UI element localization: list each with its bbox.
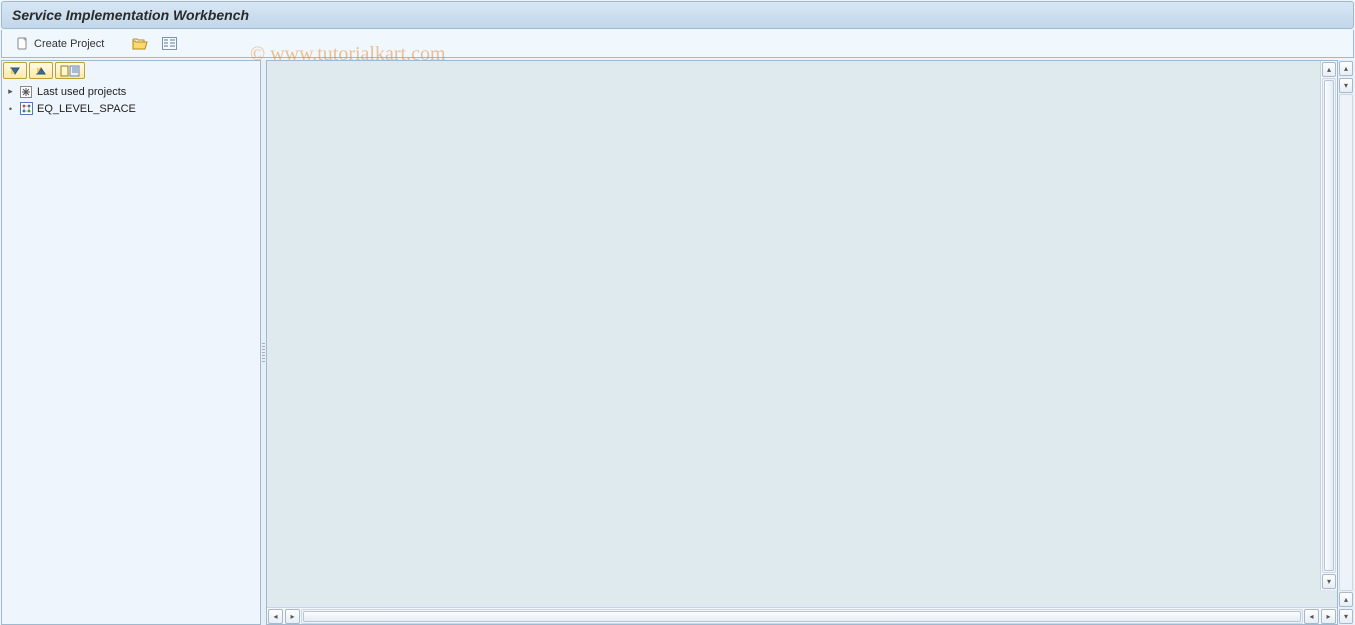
tree-item-label: EQ_LEVEL_SPACE <box>37 103 136 115</box>
nodes-icon <box>19 102 33 116</box>
content-pane: ▴ ▾ ◂ ▸ ◂ ▸ <box>266 60 1338 625</box>
scroll-up-button[interactable]: ▴ <box>1322 62 1336 77</box>
content-vertical-scrollbar[interactable]: ▴ ▾ <box>1320 61 1337 590</box>
scroll-up-button[interactable]: ▴ <box>1339 61 1353 76</box>
create-project-label: Create Project <box>34 38 104 50</box>
scroll-left-button-2[interactable]: ▸ <box>285 609 300 624</box>
create-project-button[interactable]: Create Project <box>12 35 108 53</box>
titlebar: Service Implementation Workbench <box>1 1 1354 29</box>
scroll-right-button-2[interactable]: ◂ <box>1304 609 1319 624</box>
outer-vertical-scrollbar[interactable]: ▴ ▾ ▴ ▾ <box>1338 60 1354 625</box>
content-area: ▴ ▾ <box>267 61 1337 607</box>
expand-down-icon <box>8 65 22 77</box>
scroll-down-button[interactable]: ▾ <box>1322 574 1336 589</box>
expand-all-button[interactable] <box>3 62 27 79</box>
asterisk-icon <box>19 85 33 99</box>
scroll-track[interactable] <box>301 609 1303 624</box>
tree-toolbar <box>2 61 260 80</box>
main-toolbar: Create Project <box>1 30 1354 58</box>
collapse-up-icon <box>34 65 48 77</box>
scroll-down-button[interactable]: ▾ <box>1339 609 1353 624</box>
new-document-icon <box>16 37 30 51</box>
split-layout-icon <box>60 65 80 77</box>
folder-open-icon <box>132 37 148 51</box>
content-horizontal-scrollbar[interactable]: ◂ ▸ ◂ ▸ <box>267 607 1337 624</box>
layout-button[interactable] <box>55 62 85 79</box>
expand-caret-icon[interactable]: ▸ <box>6 86 15 97</box>
tree-item-label: Last used projects <box>37 86 126 98</box>
scroll-track[interactable] <box>1339 94 1353 591</box>
project-tree: ▸ Last used projects • <box>2 80 260 120</box>
collapse-all-button[interactable] <box>29 62 53 79</box>
tree-item-project[interactable]: • EQ_LEVEL_SPACE <box>6 100 256 117</box>
scroll-up-step-button[interactable]: ▾ <box>1339 78 1353 93</box>
scroll-thumb[interactable] <box>1324 80 1334 571</box>
tree-item-last-used[interactable]: ▸ Last used projects <box>6 83 256 100</box>
scroll-track[interactable] <box>1322 78 1336 573</box>
scroll-left-button[interactable]: ◂ <box>268 609 283 624</box>
open-button[interactable] <box>128 35 152 53</box>
scroll-right-button[interactable]: ▸ <box>1321 609 1336 624</box>
page-title: Service Implementation Workbench <box>12 7 249 23</box>
navigation-pane: ▸ Last used projects • <box>1 60 261 625</box>
leaf-bullet-icon: • <box>6 104 15 114</box>
scroll-down-step-button[interactable]: ▴ <box>1339 592 1353 607</box>
details-button[interactable] <box>158 35 181 52</box>
details-icon <box>162 37 177 50</box>
scroll-thumb[interactable] <box>303 611 1301 622</box>
